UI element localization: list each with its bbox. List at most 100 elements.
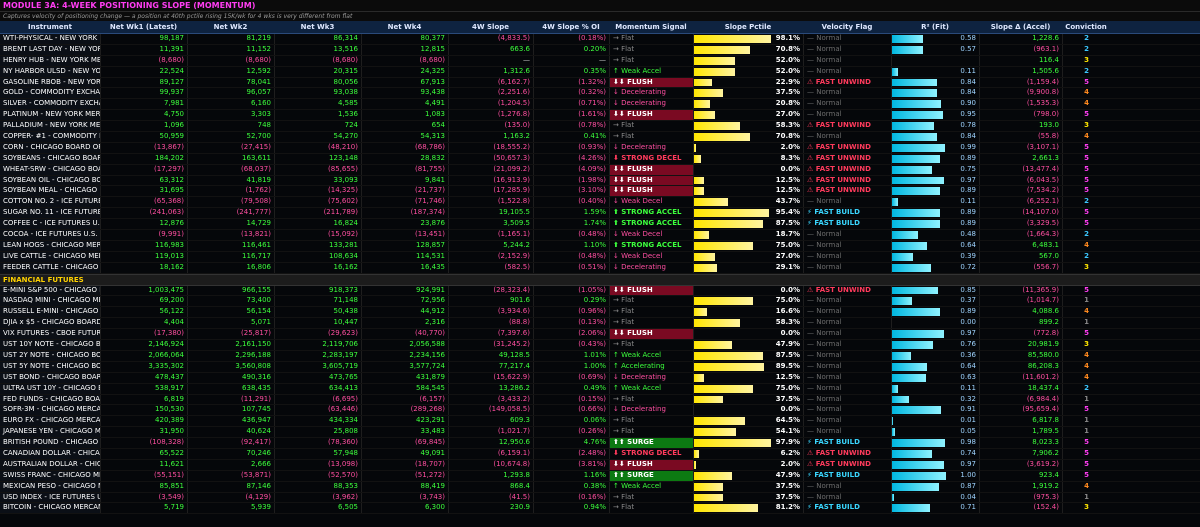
table-row[interactable]: UST 2Y NOTE - CHICAGO BOAR2,066,0642,296…	[0, 350, 1200, 362]
cell-sig: ⬇⬇ FLUSH	[609, 77, 693, 88]
cell-w1: (8,680)	[100, 55, 187, 66]
table-row[interactable]: BITCOIN - CHICAGO MERCANT 5,719 5,939 6,505…	[0, 503, 1200, 515]
table-row[interactable]: SWISS FRANC - CHICAGO MER (55,151) (53,871…	[0, 470, 1200, 482]
header-w2[interactable]: Net Wk2	[187, 21, 274, 33]
table-row[interactable]: LIVE CATTLE - CHICAGO MERC 119,013 116,717…	[0, 251, 1200, 263]
header-conv[interactable]: Conviction (1-5)	[1062, 21, 1110, 33]
table-row[interactable]: ULTRA UST 10Y - CHICAGO BO 538,917 638,435…	[0, 383, 1200, 395]
header-vel[interactable]: Velocity Flag	[803, 21, 891, 33]
cell-w4: 2,316	[361, 318, 448, 329]
cell-accel: 8,023.3	[979, 438, 1062, 448]
pctile-bar	[694, 45, 750, 54]
cell-sig: → Flat	[609, 492, 693, 503]
table-row[interactable]: SOYBEAN MEAL - CHICAGO BO 31,695 (1,762) (1…	[0, 186, 1200, 198]
header-accel[interactable]: Slope Δ (Accel)	[979, 21, 1062, 33]
table-row[interactable]: WHEAT-SRW - CHICAGO BOAR (17,297) (68,037)…	[0, 164, 1200, 176]
r2-label: 0.37	[960, 296, 976, 305]
module-title: MODULE 3A: 4-WEEK POSITIONING SLOPE (MOM…	[0, 0, 1200, 12]
cell-r2: 0.95	[891, 110, 979, 121]
table-row[interactable]: UST 5Y NOTE - CHICAGO BOAF 3,335,302 3,560…	[0, 361, 1200, 373]
cell-sig: ↓ Weak Decel	[609, 197, 693, 208]
table-row[interactable]: JAPANESE YEN - CHICAGO MER 31,950 40,624 25…	[0, 427, 1200, 439]
header-pctile[interactable]: Slope Pctile	[693, 21, 803, 33]
pctile-bar	[694, 460, 696, 469]
table-row[interactable]: NY HARBOR ULSD - NEW YORK 22,524 12,592 20,…	[0, 66, 1200, 78]
table-row[interactable]: FED FUNDS - CHICAGO BOARD 6,819 (11,291) (6…	[0, 394, 1200, 406]
table-row[interactable]: COPPER- #1 - COMMODITY EXC50,95952,70054…	[0, 132, 1200, 143]
table-row[interactable]: SOFR-3M - CHICAGO MERCAN 150,530 107,745 (6…	[0, 405, 1200, 417]
table-row[interactable]: UST 10Y NOTE - CHICAGO BOA 2,146,924 2,161…	[0, 340, 1200, 351]
cell-w3: 6,505	[274, 503, 361, 514]
cell-pctoi: (0.26%)	[533, 427, 609, 438]
table-row[interactable]: BRENT LAST DAY - NEW YORK 11,391 11,152 13,…	[0, 44, 1200, 56]
header-inst[interactable]: Instrument	[0, 21, 100, 33]
table-row[interactable]: PALLADIUM - NEW YORK MERC 1,096 748 724 654(…	[0, 121, 1200, 133]
header-slope[interactable]: 4W Slope	[448, 21, 533, 33]
cell-w1: 538,917	[100, 383, 187, 394]
cell-vel: ⚠ FAST UNWIND	[803, 77, 891, 88]
header-w4[interactable]: Net Wk4	[361, 21, 448, 33]
cell-inst: COFFEE C - ICE FUTURES U.S.	[0, 219, 100, 230]
header-pctoi[interactable]: 4W Slope % OI	[533, 21, 609, 33]
cell-pctoi: (0.48%)	[533, 230, 609, 240]
table-row[interactable]: COFFEE C - ICE FUTURES U.S. 12,876 14,729 1…	[0, 219, 1200, 231]
table-row[interactable]: MEXICAN PESO - CHICAGO ME 85,851 87,146 88,…	[0, 481, 1200, 493]
header-w1[interactable]: Net Wk1 (Latest)	[100, 21, 187, 33]
table-row[interactable]: LEAN HOGS - CHICAGO MERCA116,983116,4611…	[0, 240, 1200, 252]
cell-conv: 4	[1062, 88, 1110, 99]
table-row[interactable]: SOYBEAN OIL - CHICAGO BOAI 63,312 41,819 33…	[0, 175, 1200, 187]
cell-pctoi: 0.06%	[533, 416, 609, 427]
table-row[interactable]: RUSSELL E-MINI - CHICAGO M 56,122 56,154 50…	[0, 307, 1200, 319]
table-row[interactable]: USD INDEX - ICE FUTURES U.S (3,549) (4,129…	[0, 492, 1200, 504]
table-row[interactable]: FEEDER CATTLE - CHICAGO M 18,162 16,806 16,…	[0, 262, 1200, 274]
r2-bar	[892, 395, 910, 404]
r2-label: 0.48	[960, 230, 976, 239]
cell-conv: 2	[1062, 230, 1110, 240]
cell-pctoi: 1.16%	[533, 470, 609, 481]
pctile-bar	[694, 493, 724, 502]
table-row[interactable]: UST BOND - CHICAGO BOARD 478,437 490,316 47…	[0, 372, 1200, 384]
cell-w3: (13,098)	[274, 459, 361, 470]
table-row[interactable]: CANADIAN DOLLAR - CHICAGO 65,522 70,246 57,…	[0, 448, 1200, 460]
table-row[interactable]: GOLD - COMMODITY EXCHANG 99,937 96,057 93,0…	[0, 88, 1200, 100]
table-row[interactable]: SILVER - COMMODITY EXCHAN 7,981 6,160 4,585…	[0, 99, 1200, 111]
pctile-bar	[694, 297, 753, 306]
r2-bar	[892, 341, 933, 349]
header-w3[interactable]: Net Wk3	[274, 21, 361, 33]
cell-pctoi: (4.26%)	[533, 153, 609, 164]
cell-w1: (17,380)	[100, 329, 187, 340]
table-row[interactable]: EURO FX - CHICAGO MERCANT 420,389 436,947 4…	[0, 416, 1200, 428]
cell-accel: 1,919.2	[979, 481, 1062, 492]
table-row[interactable]: VIX FUTURES - CBOE FUTURES (17,380) (25,81…	[0, 329, 1200, 341]
pctile-label: 16.6%	[775, 307, 800, 316]
table-row[interactable]: PLATINUM - NEW YORK MERC 4,750 3,303 1,536 1…	[0, 110, 1200, 122]
table-row[interactable]: DJIA x $5 - CHICAGO BOARD O 4,404 5,071 10,…	[0, 318, 1200, 330]
table-row[interactable]: SUGAR NO. 11 - ICE FUTURES (241,063) (241,…	[0, 208, 1200, 220]
cell-pctoi: —	[533, 55, 609, 66]
cell-pctile: 12.5%	[693, 175, 803, 186]
table-row[interactable]: BRITISH POUND - CHICAGO ME(108,328)(92,4…	[0, 438, 1200, 449]
pctile-bar	[694, 143, 696, 152]
table-row[interactable]: NASDAQ MINI - CHICAGO MER 69,200 73,400 71,…	[0, 296, 1200, 308]
header-r2[interactable]: R² (Fit)	[891, 21, 979, 33]
table-row[interactable]: CORN - CHICAGO BOARD OF T (13,867) (27,415…	[0, 142, 1200, 154]
table-row[interactable]: SOYBEANS - CHICAGO BOARD 184,202 163,611 12…	[0, 153, 1200, 165]
cell-inst: FEEDER CATTLE - CHICAGO M	[0, 262, 100, 273]
cell-vel: — Normal	[803, 383, 891, 394]
cell-vel: — Normal	[803, 318, 891, 329]
cell-sig: → Flat	[609, 340, 693, 350]
cell-sig: ↓ Weak Decel	[609, 230, 693, 240]
table-row[interactable]: HENRY HUB - NEW YORK MER (8,680) (8,680) (8…	[0, 55, 1200, 67]
table-row[interactable]: GASOLINE RBOB - NEW YORK 89,127 78,041 80,0…	[0, 77, 1200, 89]
table-row[interactable]: COTTON NO. 2 - ICE FUTURES (65,368) (79,50…	[0, 197, 1200, 209]
cell-w1: (9,991)	[100, 230, 187, 240]
pctile-bar	[694, 89, 724, 98]
table-row[interactable]: WTI-PHYSICAL - NEW YORK MI 98,187 81,219 86…	[0, 34, 1200, 45]
cell-accel: (1,535.3)	[979, 99, 1062, 110]
header-sig[interactable]: Momentum Signal	[609, 21, 693, 33]
r2-bar	[892, 209, 940, 218]
cell-w3: 57,948	[274, 448, 361, 459]
table-row[interactable]: COCOA - ICE FUTURES U.S. (9,991) (13,821)(…	[0, 230, 1200, 241]
table-row[interactable]: E-MINI S&P 500 - CHICAGO ME 1,003,475 966,…	[0, 285, 1200, 297]
table-row[interactable]: AUSTRALIAN DOLLAR - CHICA 11,621 2,666 (13,…	[0, 459, 1200, 471]
